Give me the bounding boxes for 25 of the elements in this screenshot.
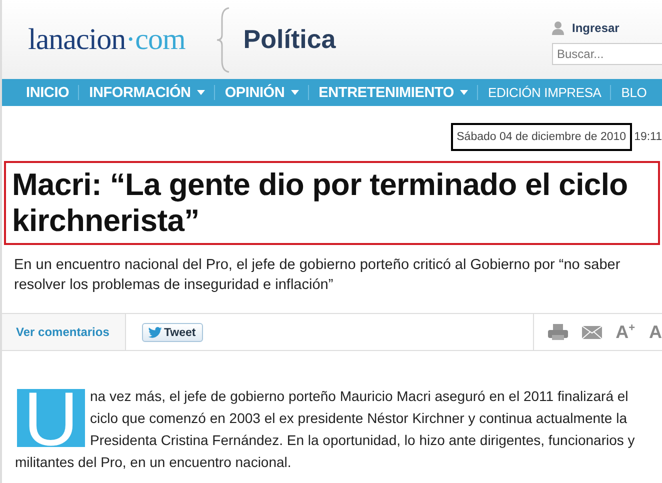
nav-item[interactable]: EDICIÓN IMPRESA — [478, 85, 612, 100]
bird-icon — [148, 327, 162, 338]
nav-item[interactable]: BLO — [611, 85, 656, 100]
tweet-button[interactable]: Tweet — [142, 323, 203, 342]
comments-link[interactable]: Ver comentarios — [2, 314, 126, 350]
font-smaller-button[interactable]: A — [649, 322, 662, 342]
subtitle: En un encuentro nacional del Pro, el jefe de gobierno porteño criticó al Gobierno por “no saber resolver los problemas de inseguridad e inflación” — [14, 256, 622, 295]
mail-icon[interactable] — [582, 324, 602, 340]
user-icon — [552, 20, 564, 34]
login-link[interactable]: Ingresar — [572, 20, 620, 34]
nav-item[interactable]: ENTRETENIMIENTO — [308, 85, 478, 100]
section-title: Política — [243, 24, 336, 55]
font-larger-button[interactable]: A$^{+}$ — [616, 322, 635, 342]
print-icon[interactable] — [548, 324, 568, 340]
caret-icon — [196, 90, 205, 95]
article-time: 19:11 — [634, 131, 662, 143]
caret-icon — [460, 90, 468, 95]
article-date: Sábado 04 de diciembre de 2010 — [450, 123, 632, 151]
headline: Macri: “La gente dio por terminado el ciclo kirchnerista” — [4, 161, 660, 245]
site-logo[interactable]: lanacion·com — [28, 22, 186, 56]
search-field[interactable]: Buscar... — [552, 42, 662, 64]
nav-item[interactable]: INFORMACIÓN — [79, 85, 215, 100]
nav-item[interactable]: INICIO — [2, 85, 80, 100]
nav-item[interactable]: OPINIÓN — [214, 85, 309, 100]
caret-icon — [290, 90, 299, 95]
